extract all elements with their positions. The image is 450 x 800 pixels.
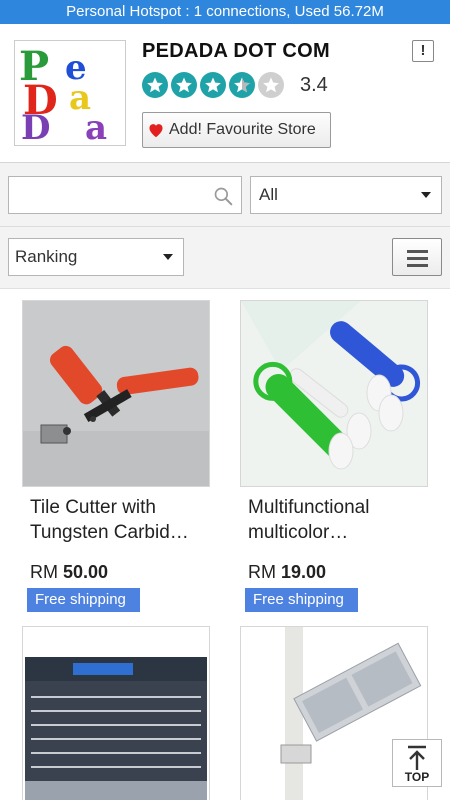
product-title[interactable]: Multifunctional multicolor… (248, 495, 426, 545)
free-shipping-badge: Free shipping (27, 588, 140, 612)
star-full-icon (200, 72, 226, 98)
arrow-up-icon (408, 745, 426, 770)
star-half-icon (229, 72, 255, 98)
category-selected: All (259, 185, 278, 204)
top-label: TOP (404, 770, 430, 784)
heart-icon (149, 124, 163, 138)
search-icon[interactable] (213, 186, 233, 206)
search-bar: All (0, 163, 450, 227)
star-full-icon (142, 72, 168, 98)
store-header: P e D a D a PEDADA DOT COM ! 3.4 Add! Fa… (0, 24, 450, 163)
category-select[interactable]: All (250, 176, 442, 214)
free-shipping-badge: Free shipping (245, 588, 358, 612)
price-amount: 50.00 (63, 562, 109, 582)
product-image[interactable] (22, 300, 210, 487)
add-favourite-store-button[interactable]: Add! Favourite Store (142, 112, 331, 148)
star-empty-icon (258, 72, 284, 98)
product-price: RM 50.00 (30, 562, 108, 583)
product-price: RM 19.00 (248, 562, 326, 583)
sort-selected: Ranking (15, 247, 78, 266)
product-card[interactable]: Tile Cutter with Tungsten Carbid… RM 50.… (22, 300, 210, 620)
search-input[interactable] (15, 183, 205, 207)
product-image[interactable] (240, 300, 428, 487)
price-amount: 19.00 (281, 562, 327, 582)
sort-bar: Ranking (0, 227, 450, 289)
menu-icon (407, 250, 428, 253)
dropdown-arrow-icon (163, 254, 173, 260)
sort-select[interactable]: Ranking (8, 238, 184, 276)
price-currency: RM (30, 562, 58, 582)
menu-icon-line (407, 264, 428, 267)
product-title[interactable]: Tile Cutter with Tungsten Carbid… (30, 495, 208, 545)
store-rating-stars (142, 72, 284, 98)
view-menu-button[interactable] (392, 238, 442, 276)
menu-icon-line (407, 257, 428, 260)
product-card[interactable]: Multifunctional multicolor… RM 19.00 Fre… (240, 300, 428, 620)
rating-value: 3.4 (300, 74, 328, 96)
search-box (8, 176, 242, 214)
status-bar: Personal Hotspot : 1 connections, Used 5… (0, 0, 450, 24)
product-image[interactable] (22, 626, 210, 800)
store-logo: P e D a D a (14, 40, 126, 146)
report-button[interactable]: ! (412, 40, 434, 62)
scroll-to-top-button[interactable]: TOP (392, 739, 442, 787)
product-card[interactable] (22, 626, 210, 800)
store-name: PEDADA DOT COM (142, 40, 330, 62)
star-full-icon (171, 72, 197, 98)
dropdown-arrow-icon (421, 192, 431, 198)
favourite-label: Add! Favourite Store (169, 121, 316, 138)
price-currency: RM (248, 562, 276, 582)
